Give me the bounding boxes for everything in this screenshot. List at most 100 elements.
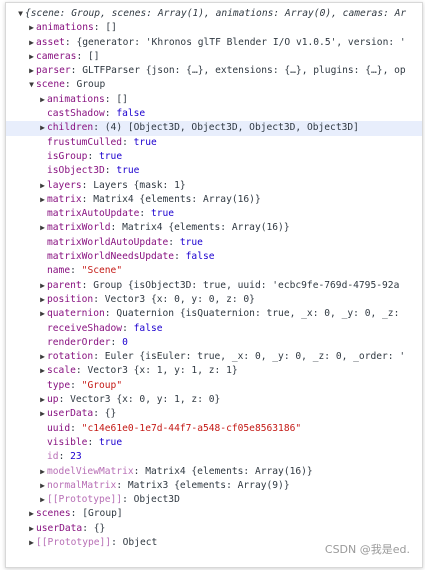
property-key: matrixWorld	[47, 222, 111, 234]
property-key: frustumCulled	[47, 136, 123, 148]
tree-row[interactable]: ▶ userData: {}	[6, 522, 422, 536]
property-value: 23	[70, 451, 82, 463]
tree-row: ▶receiveShadow: false	[47, 322, 163, 334]
tree-row[interactable]: ▶ [[Prototype]]: Object3D	[6, 493, 422, 507]
expand-right-icon[interactable]: ▶	[27, 64, 36, 78]
tree-row: ▶castShadow: false	[47, 108, 146, 120]
expand-right-icon[interactable]: ▶	[38, 407, 47, 421]
tree-row[interactable]: ▶ asset: {generator: 'Khronos glTF Blende…	[6, 36, 422, 50]
tree-row[interactable]: ▶ up: Vector3 {x: 0, y: 1, z: 0}	[6, 393, 422, 407]
property-key: castShadow	[47, 108, 105, 120]
property-value: Matrix4 {elements: Array(16)}	[93, 193, 261, 205]
tree-row[interactable]: ▶ layers: Layers {mask: 1}	[6, 179, 422, 193]
expand-right-icon[interactable]: ▶	[27, 50, 36, 64]
tree-row[interactable]: ▶ parent: Group {isObject3D: true, uuid: …	[6, 279, 422, 293]
tree-row[interactable]: ▶ animations: []	[6, 93, 422, 107]
tree-row: ▶matrixAutoUpdate: true	[47, 208, 175, 220]
property-key: animations	[47, 93, 105, 105]
tree-row[interactable]: ▶ matrix: Matrix4 {elements: Array(16)}	[6, 193, 422, 207]
tree-row: ▶isGroup: true	[47, 150, 123, 162]
property-value: true	[179, 236, 203, 248]
expand-right-icon[interactable]: ▶	[38, 465, 47, 479]
property-value: Layers {mask: 1}	[93, 179, 186, 191]
property-key: [[Prototype]]	[36, 536, 112, 548]
property-value: Matrix4 {elements: Array(16)}	[122, 222, 290, 234]
expand-right-icon[interactable]: ▶	[38, 307, 47, 321]
expand-right-icon[interactable]: ▶	[38, 293, 47, 307]
property-value: Object3D	[133, 494, 180, 506]
property-value: Group {isObject3D: true, uuid: 'ecbc9fe-…	[93, 279, 400, 291]
property-key: rotation	[47, 351, 94, 363]
property-value: Group	[76, 79, 106, 91]
tree-row: ▶renderOrder: 0	[47, 336, 128, 348]
property-key: scale	[47, 365, 76, 377]
tree-row[interactable]: ▶ matrixWorld: Matrix4 {elements: Array(1…	[6, 221, 422, 235]
property-key: userData	[47, 408, 94, 420]
property-value: "c14e61e0-1e7d-44f7-a548-cf05e8563186"	[81, 422, 302, 434]
property-key: children	[47, 122, 94, 134]
property-value: Quaternion {isQuaternion: true, _x: 0, _…	[116, 308, 400, 320]
tree-row[interactable]: ▶ parser: GLTFParser {json: {…}, extensio…	[6, 64, 422, 78]
tree-row: ▶name: "Scene"	[47, 265, 123, 277]
property-value: Vector3 {x: 0, y: 1, z: 0}	[70, 394, 221, 406]
property-key: animations	[36, 22, 94, 34]
property-key: layers	[47, 179, 82, 191]
expand-right-icon[interactable]: ▶	[38, 479, 47, 493]
expand-right-icon[interactable]: ▶	[38, 193, 47, 207]
expand-right-icon[interactable]: ▶	[27, 507, 36, 521]
tree-row[interactable]: ▶ children: (4) [Object3D, Object3D, Obje…	[6, 121, 422, 136]
property-key: up	[47, 394, 59, 406]
property-key: matrix	[47, 193, 82, 205]
expand-right-icon[interactable]: ▶	[27, 21, 36, 35]
expand-right-icon[interactable]: ▶	[38, 364, 47, 378]
tree-row: ▶matrixWorldAutoUpdate: true	[47, 236, 203, 248]
tree-row[interactable]: ▶ userData: {}	[6, 407, 422, 421]
expand-right-icon[interactable]: ▶	[38, 279, 47, 293]
tree-row[interactable]: ▶ position: Vector3 {x: 0, y: 0, z: 0}	[6, 293, 422, 307]
property-value: {generator: 'Khronos glTF Blender I/O v1…	[76, 36, 406, 48]
expand-right-icon[interactable]: ▶	[38, 93, 47, 107]
property-value: true	[133, 136, 157, 148]
tree-row[interactable]: ▶ scale: Vector3 {x: 1, y: 1, z: 1}	[6, 364, 422, 378]
property-key: isGroup	[47, 150, 88, 162]
property-value: []	[116, 93, 128, 105]
property-value: Object	[122, 536, 158, 548]
property-key: position	[47, 293, 94, 305]
tree-row: ▶type: "Group"	[47, 379, 123, 391]
property-value: Matrix4 {elements: Array(16)}	[145, 465, 313, 477]
property-key: normalMatrix	[47, 479, 117, 491]
expand-right-icon[interactable]: ▶	[38, 221, 47, 235]
property-value: true	[99, 436, 123, 448]
tree-row[interactable]: ▶ rotation: Euler {isEuler: true, _x: 0, …	[6, 350, 422, 364]
property-key: id	[47, 451, 59, 463]
tree-row[interactable]: ▶ animations: []	[6, 21, 422, 35]
property-value: true	[116, 165, 140, 177]
property-value: "Scene"	[81, 265, 123, 277]
tree-row: ▶visible: true	[47, 436, 123, 448]
expand-right-icon[interactable]: ▶	[27, 536, 36, 550]
tree-row[interactable]: ▶ normalMatrix: Matrix3 {elements: Array(…	[6, 479, 422, 493]
property-key: receiveShadow	[47, 322, 123, 334]
expand-down-icon[interactable]: ▼	[16, 7, 25, 21]
tree-row[interactable]: ▶ modelViewMatrix: Matrix4 {elements: Arr…	[6, 465, 422, 479]
expand-right-icon[interactable]: ▶	[27, 36, 36, 50]
property-key: uuid	[47, 422, 71, 434]
tree-row: ▶frustumCulled: true	[47, 136, 157, 148]
expand-right-icon[interactable]: ▶	[27, 522, 36, 536]
expand-right-icon[interactable]: ▶	[38, 350, 47, 364]
property-key: parent	[47, 279, 82, 291]
tree-row[interactable]: ▶ scenes: [Group]	[6, 507, 422, 521]
tree-row[interactable]: ▶ quaternion: Quaternion {isQuaternion: t…	[6, 307, 422, 321]
property-value: false	[185, 251, 215, 263]
watermark: CSDN @我是ed.	[324, 543, 410, 556]
expand-right-icon[interactable]: ▶	[38, 493, 47, 507]
expand-right-icon[interactable]: ▶	[38, 121, 47, 135]
expand-right-icon[interactable]: ▶	[38, 179, 47, 193]
tree-row: ▶isObject3D: true	[47, 165, 140, 177]
expand-down-icon[interactable]: ▼	[27, 78, 36, 92]
tree-row[interactable]: ▼ scene: Group	[6, 78, 422, 92]
tree-row[interactable]: ▼ {scene: Group, scenes: Array(1), animat…	[6, 7, 422, 21]
property-value: (4) [Object3D, Object3D, Object3D, Objec…	[104, 122, 359, 134]
tree-row[interactable]: ▶ cameras: []	[6, 50, 422, 64]
expand-right-icon[interactable]: ▶	[38, 393, 47, 407]
